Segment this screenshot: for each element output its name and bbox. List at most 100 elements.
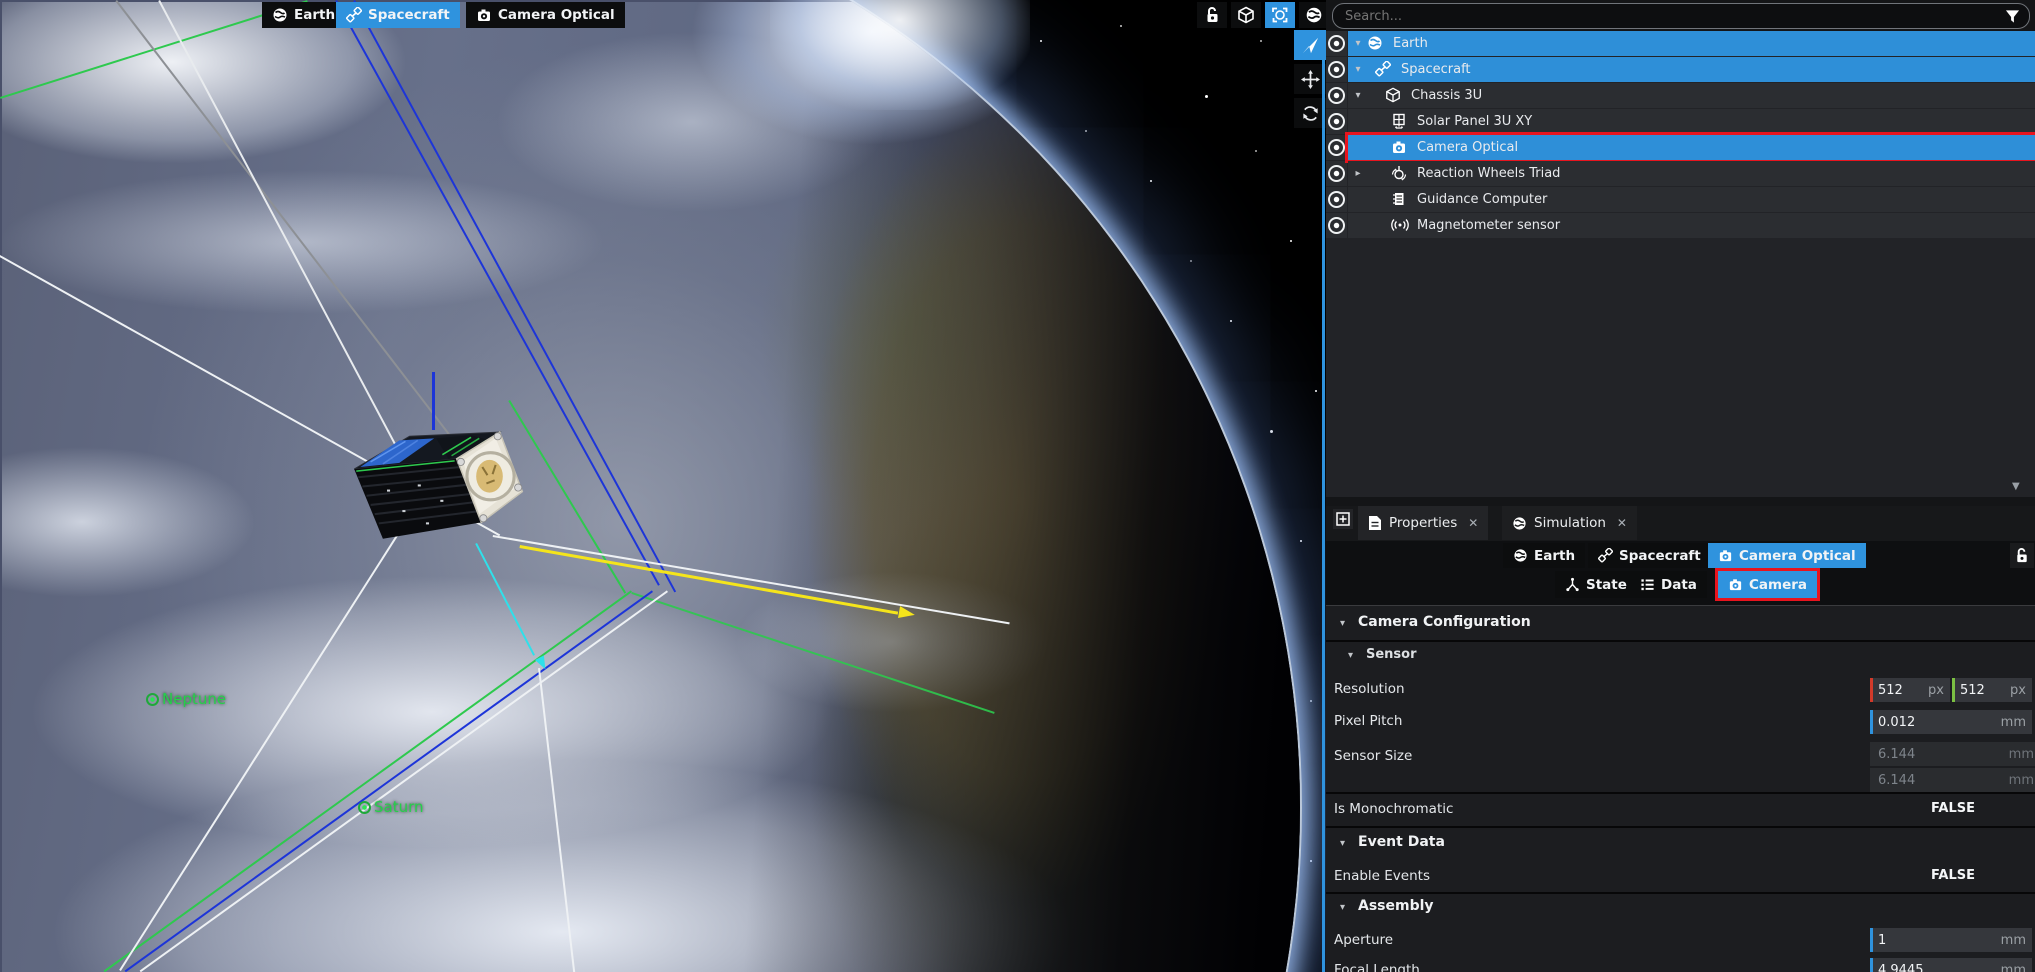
- filter-icon[interactable]: [2005, 9, 2020, 24]
- chevron-down-icon[interactable]: ▾: [1340, 838, 1345, 849]
- camera-icon: [476, 7, 492, 23]
- focus-selection-button[interactable]: [1265, 2, 1295, 28]
- planet-marker-icon: [358, 801, 371, 814]
- star: [1315, 390, 1317, 392]
- close-tab-icon[interactable]: ✕: [1468, 516, 1478, 530]
- lock-button[interactable]: [1197, 2, 1227, 28]
- eye-icon: [1328, 165, 1345, 182]
- camera-icon: [1728, 577, 1743, 592]
- visibility-toggle[interactable]: [1326, 109, 1347, 134]
- visibility-toggle[interactable]: [1326, 31, 1347, 56]
- add-panel-icon: [1336, 512, 1350, 526]
- cubesat-spacecraft[interactable]: [346, 428, 551, 546]
- subtab-state[interactable]: State: [1555, 571, 1637, 598]
- pixel-pitch-label: Pixel Pitch: [1334, 713, 1402, 729]
- tree-scroll-more-icon[interactable]: ▼: [2012, 481, 2020, 492]
- chevron-right-icon[interactable]: ▸: [1352, 168, 1364, 179]
- star: [1310, 700, 1312, 702]
- section-event-data[interactable]: Event Data: [1358, 834, 1445, 850]
- subtab-data[interactable]: Data: [1630, 571, 1707, 598]
- magnetometer-sensor-icon: [1391, 217, 1409, 237]
- chevron-down-icon[interactable]: ▾: [1352, 38, 1364, 49]
- arrowhead-yellow: [898, 606, 916, 621]
- chevron-down-icon[interactable]: ▾: [1352, 90, 1364, 101]
- application-window: Neptune Saturn Earth Spacecraft: [0, 0, 2035, 972]
- section-sensor[interactable]: Sensor: [1366, 647, 1417, 662]
- visibility-toggle[interactable]: [1326, 187, 1347, 212]
- breadcrumb-earth[interactable]: Earth: [1503, 543, 1585, 568]
- panel-focus-border: [1322, 30, 1325, 972]
- tab-simulation[interactable]: Simulation ✕: [1502, 506, 1637, 540]
- aperture-field[interactable]: 1 mm: [1870, 928, 2032, 952]
- tree-row-guidance-computer[interactable]: Guidance Computer: [1348, 187, 2035, 212]
- atmosphere-flare: [770, 0, 1030, 110]
- eye-icon: [1328, 61, 1345, 78]
- star: [1300, 540, 1302, 542]
- viewport-tab-spacecraft[interactable]: Spacecraft: [336, 2, 460, 28]
- tree-row-camera-optical[interactable]: Camera Optical: [1348, 135, 2035, 160]
- eye-icon: [1328, 217, 1345, 234]
- planet-label-saturn: Saturn: [358, 798, 424, 816]
- axis-line-blue: [432, 372, 435, 430]
- focal-length-field[interactable]: 4.9445 mm: [1870, 958, 2032, 972]
- section-camera-configuration[interactable]: Camera Configuration: [1358, 614, 1531, 630]
- viewport-tab-earth[interactable]: Earth: [262, 2, 345, 28]
- enable-events-value[interactable]: FALSE: [1845, 868, 1975, 883]
- tree-row-spacecraft[interactable]: ▾ Spacecraft: [1348, 57, 2035, 82]
- tree-row-solar-panel[interactable]: Solar Panel 3U XY: [1348, 109, 2035, 134]
- globe-icon: [1305, 6, 1323, 24]
- tree-row-magnetometer[interactable]: Magnetometer sensor: [1348, 213, 2035, 238]
- divider: [1326, 892, 2035, 894]
- add-panel-button[interactable]: [1333, 509, 1353, 529]
- chevron-down-icon[interactable]: ▾: [1352, 64, 1364, 75]
- close-tab-icon[interactable]: ✕: [1617, 516, 1627, 530]
- value-accent: [1870, 928, 1873, 952]
- document-icon: [1368, 515, 1382, 531]
- x-axis-accent: [1870, 678, 1873, 702]
- eye-icon: [1328, 87, 1345, 104]
- chevron-down-icon[interactable]: ▾: [1348, 650, 1353, 661]
- eye-icon: [1328, 113, 1345, 130]
- viewport-3d[interactable]: Neptune Saturn Earth Spacecraft: [0, 0, 1326, 972]
- resolution-y-field[interactable]: 512 px: [1952, 678, 2032, 702]
- chevron-down-icon[interactable]: ▾: [1340, 902, 1345, 913]
- visibility-toggle[interactable]: [1326, 57, 1347, 82]
- rotate-icon: [1301, 104, 1320, 123]
- sensor-size-height-field: 6.144 mm: [1870, 768, 2035, 792]
- divider: [1326, 640, 2035, 642]
- breadcrumb-spacecraft[interactable]: Spacecraft: [1588, 543, 1711, 568]
- lock-properties-button[interactable]: [2010, 543, 2034, 568]
- world-view-button[interactable]: [1299, 2, 1326, 28]
- bounding-box-button[interactable]: [1231, 2, 1261, 28]
- visibility-toggle[interactable]: [1326, 213, 1347, 238]
- resolution-x-field[interactable]: 512 px: [1870, 678, 1950, 702]
- tab-properties[interactable]: Properties ✕: [1358, 506, 1488, 540]
- chevron-down-icon[interactable]: ▾: [1340, 618, 1345, 629]
- visibility-toggle[interactable]: [1326, 83, 1347, 108]
- visibility-toggle[interactable]: [1326, 161, 1347, 186]
- sensor-size-width-field: 6.144 mm: [1870, 742, 2035, 766]
- visibility-toggle[interactable]: [1326, 135, 1347, 160]
- satellite-icon: [346, 7, 362, 23]
- tree-row-earth[interactable]: ▾ Earth: [1348, 31, 2035, 56]
- search-input[interactable]: [1333, 9, 2005, 24]
- pixel-pitch-field[interactable]: 0.012 mm: [1870, 710, 2032, 734]
- reaction-wheels-icon: [1391, 165, 1407, 185]
- is-monochromatic-value[interactable]: FALSE: [1845, 801, 1975, 816]
- tree-row-chassis-3u[interactable]: ▾ Chassis 3U: [1348, 83, 2035, 108]
- cube-wireframe-icon: [1237, 6, 1255, 24]
- breadcrumb-camera-optical[interactable]: Camera Optical: [1708, 543, 1866, 568]
- eye-icon: [1328, 139, 1345, 156]
- y-axis-accent: [1952, 678, 1955, 702]
- viewport-tab-camera-optical[interactable]: Camera Optical: [466, 2, 625, 28]
- planet-marker-icon: [146, 693, 159, 706]
- move-icon: [1301, 70, 1320, 89]
- subtab-camera[interactable]: Camera: [1718, 571, 1817, 598]
- planet-label-neptune: Neptune: [146, 690, 226, 708]
- tree-row-reaction-wheels[interactable]: ▸ Reaction Wheels Triad: [1348, 161, 2035, 186]
- value-accent: [1870, 710, 1873, 734]
- sensor-size-label: Sensor Size: [1334, 748, 1412, 764]
- solar-panel-icon: [1391, 113, 1407, 133]
- scene-search: [1332, 3, 2030, 29]
- section-assembly[interactable]: Assembly: [1358, 898, 1434, 914]
